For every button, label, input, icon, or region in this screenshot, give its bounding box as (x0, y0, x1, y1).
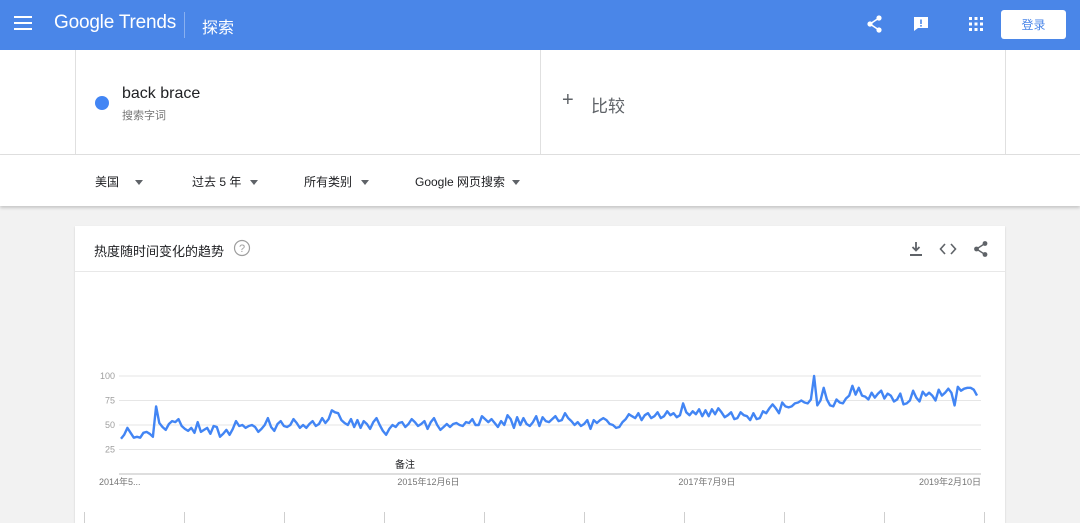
compare-button[interactable]: + 比较 (540, 50, 1006, 154)
filter-category[interactable]: 所有类别 (304, 173, 370, 190)
page-title: 探索 (202, 20, 235, 37)
chevron-down-icon (250, 180, 259, 186)
chevron-down-icon (512, 180, 521, 186)
ruler-tick (784, 512, 785, 523)
ruler-tick (84, 512, 85, 523)
share-icon[interactable] (865, 14, 885, 34)
ruler-tick (284, 512, 285, 523)
y-tick-label: 25 (105, 445, 115, 455)
search-term-type: 搜索字词 (122, 110, 166, 122)
header-separator (184, 12, 185, 38)
x-tick-label: 2014年5... (99, 476, 141, 487)
filter-region[interactable]: 美国 (95, 173, 144, 190)
search-term-name: back brace (122, 85, 201, 102)
trend-line-chart: 25 50 75 100 2014年5... 2015年12月6日 2017年7月9日 20… (99, 371, 981, 487)
series-line (120, 374, 979, 440)
interest-over-time-card: 热度随时间变化的趋势 ? 25 50 75 100 2014年5... 2015年12月… (75, 226, 1005, 523)
filter-time-range[interactable]: 过去 5 年 (192, 173, 259, 190)
compare-label: 比较 (591, 97, 625, 116)
brand-logo[interactable]: Google Trends (54, 12, 176, 34)
x-tick-label: 2015年12月6日 (397, 476, 459, 487)
filter-region-label: 美国 (95, 175, 120, 189)
ruler-tick (684, 512, 685, 523)
filter-search-type-label: Google 网页搜索 (415, 175, 506, 189)
menu-icon[interactable] (14, 16, 32, 30)
top-app-bar: Google Trends 探索 登录 (0, 0, 1080, 50)
y-tick-label: 75 (105, 396, 115, 406)
ruler-tick (884, 512, 885, 523)
x-tick-label: 2019年2月10日 (919, 476, 981, 487)
filter-time-label: 过去 5 年 (192, 175, 242, 189)
plus-icon: + (562, 89, 574, 111)
ruler-tick (584, 512, 585, 523)
apps-icon[interactable] (966, 14, 986, 34)
filter-category-label: 所有类别 (304, 175, 353, 189)
ruler-tick (384, 512, 385, 523)
feedback-icon[interactable] (911, 14, 931, 34)
ruler-tick (484, 512, 485, 523)
ruler-tick (184, 512, 185, 523)
series-color-dot (95, 96, 109, 110)
search-terms-bar: back brace 搜索字词 + 比较 (0, 50, 1080, 155)
bottom-ruler (0, 512, 1080, 523)
chevron-down-icon (135, 180, 144, 186)
y-tick-label: 100 (100, 371, 115, 381)
filter-search-type[interactable]: Google 网页搜索 (415, 173, 521, 190)
y-tick-label: 50 (105, 420, 115, 430)
x-tick-label: 2017年7月9日 (678, 476, 735, 487)
ruler-tick (984, 512, 985, 523)
chevron-down-icon (361, 180, 370, 186)
login-button[interactable]: 登录 (1001, 10, 1066, 39)
chart-note-label[interactable]: 备注 (395, 458, 415, 471)
filter-bar: 美国 过去 5 年 所有类别 Google 网页搜索 (0, 155, 1080, 206)
search-term-card[interactable]: back brace 搜索字词 (75, 50, 541, 154)
